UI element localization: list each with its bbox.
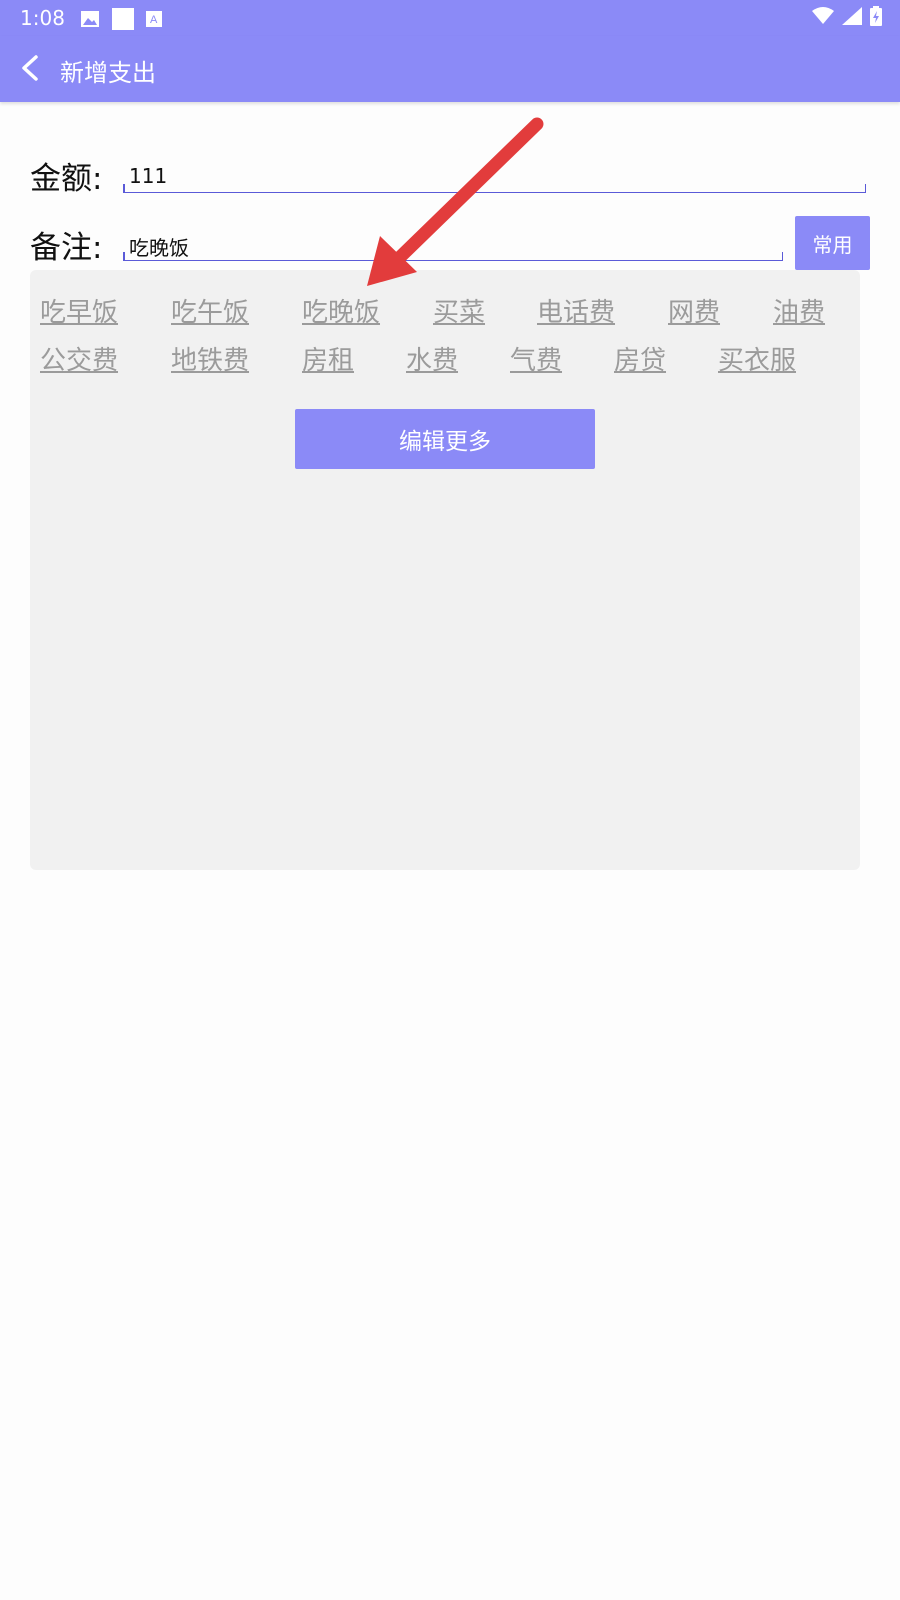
note-chip[interactable]: 电话费 bbox=[537, 292, 615, 329]
a-icon: A bbox=[146, 11, 162, 27]
note-label: 备注: bbox=[30, 230, 103, 266]
status-icons-left: A bbox=[80, 8, 162, 30]
app-bar: 新增支出 bbox=[0, 36, 900, 102]
chevron-left-icon bbox=[22, 55, 38, 81]
note-chip[interactable]: 买衣服 bbox=[718, 340, 796, 377]
image-icon bbox=[81, 11, 99, 27]
square-icon bbox=[112, 8, 134, 30]
status-bar: 1:08 A bbox=[0, 0, 900, 36]
note-chip[interactable]: 水费 bbox=[406, 340, 458, 377]
note-chip[interactable]: 网费 bbox=[668, 292, 720, 329]
note-chip[interactable]: 气费 bbox=[510, 340, 562, 377]
svg-text:A: A bbox=[150, 14, 158, 26]
wifi-icon bbox=[812, 7, 834, 24]
note-chip[interactable]: 买菜 bbox=[433, 292, 485, 329]
note-chip[interactable]: 吃午饭 bbox=[171, 292, 249, 329]
note-chip[interactable]: 油费 bbox=[773, 292, 825, 329]
note-chip[interactable]: 房租 bbox=[302, 340, 354, 377]
page-title: 新增支出 bbox=[60, 59, 156, 87]
note-chip[interactable]: 房贷 bbox=[614, 340, 666, 377]
amount-label: 金额: bbox=[30, 161, 103, 197]
note-chip[interactable]: 地铁费 bbox=[171, 340, 249, 377]
common-button[interactable]: 常用 bbox=[795, 216, 870, 270]
amount-value: 111 bbox=[129, 164, 168, 188]
status-time: 1:08 bbox=[20, 6, 65, 30]
signal-icon bbox=[842, 7, 862, 25]
note-chip[interactable]: 公交费 bbox=[40, 340, 118, 377]
note-field[interactable]: 吃晚饭 bbox=[123, 230, 783, 261]
note-value: 吃晚饭 bbox=[129, 236, 189, 260]
back-button[interactable] bbox=[14, 50, 50, 86]
amount-field[interactable]: 111 bbox=[123, 162, 866, 193]
battery-icon bbox=[870, 6, 882, 26]
status-icons-right bbox=[812, 6, 882, 26]
note-chip[interactable]: 吃晚饭 bbox=[302, 292, 380, 329]
edit-more-button[interactable]: 编辑更多 bbox=[295, 409, 595, 469]
note-chip[interactable]: 吃早饭 bbox=[40, 292, 118, 329]
